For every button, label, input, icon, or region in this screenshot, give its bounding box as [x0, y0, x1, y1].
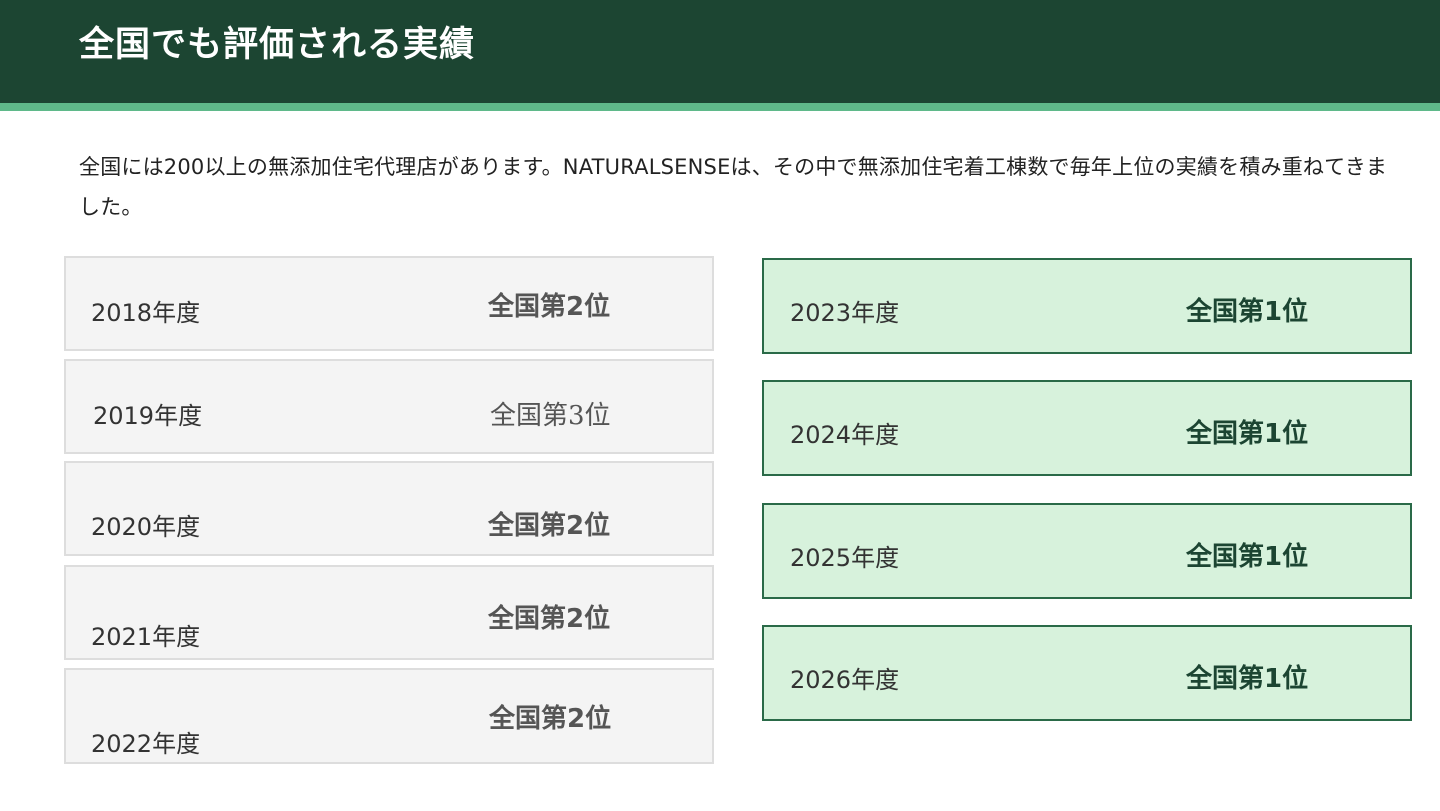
- record-year: 2021年度: [91, 623, 201, 651]
- record-rank: 全国第2位: [488, 292, 611, 322]
- record-rank: 全国第1位: [1186, 419, 1309, 449]
- record-year: 2022年度: [91, 730, 201, 758]
- section-title: 全国でも評価される実績: [79, 24, 476, 65]
- record-rank: 全国第2位: [488, 511, 611, 541]
- record-rank: 全国第3位: [490, 401, 611, 431]
- record-card-2021: 2021年度 全国第2位: [64, 565, 714, 660]
- record-rank: 全国第2位: [488, 604, 611, 634]
- record-year: 2019年度: [93, 402, 203, 430]
- record-card-2023: 2023年度 全国第1位: [762, 258, 1412, 354]
- record-card-2019: 2019年度 全国第3位: [64, 359, 714, 454]
- record-year: 2018年度: [91, 299, 201, 327]
- record-year: 2020年度: [91, 513, 201, 541]
- record-card-2022: 2022年度 全国第2位: [64, 668, 714, 764]
- record-year: 2023年度: [790, 299, 900, 327]
- record-card-2024: 2024年度 全国第1位: [762, 380, 1412, 476]
- intro-text: 全国には200以上の無添加住宅代理店があります。NATURALSENSEは、その…: [79, 155, 1388, 219]
- record-year: 2025年度: [790, 544, 900, 572]
- record-card-2018: 2018年度 全国第2位: [64, 256, 714, 351]
- record-rank: 全国第1位: [1186, 664, 1309, 694]
- record-card-2020: 2020年度 全国第2位: [64, 461, 714, 556]
- record-rank: 全国第1位: [1186, 542, 1309, 572]
- section-header: 全国でも評価される実績: [0, 0, 1440, 103]
- record-card-2025: 2025年度 全国第1位: [762, 503, 1412, 599]
- record-year: 2024年度: [790, 421, 900, 449]
- record-rank: 全国第2位: [489, 704, 612, 734]
- record-rank: 全国第1位: [1186, 297, 1309, 327]
- record-year: 2026年度: [790, 666, 900, 694]
- header-accent-bar: [0, 103, 1440, 111]
- record-card-2026: 2026年度 全国第1位: [762, 625, 1412, 721]
